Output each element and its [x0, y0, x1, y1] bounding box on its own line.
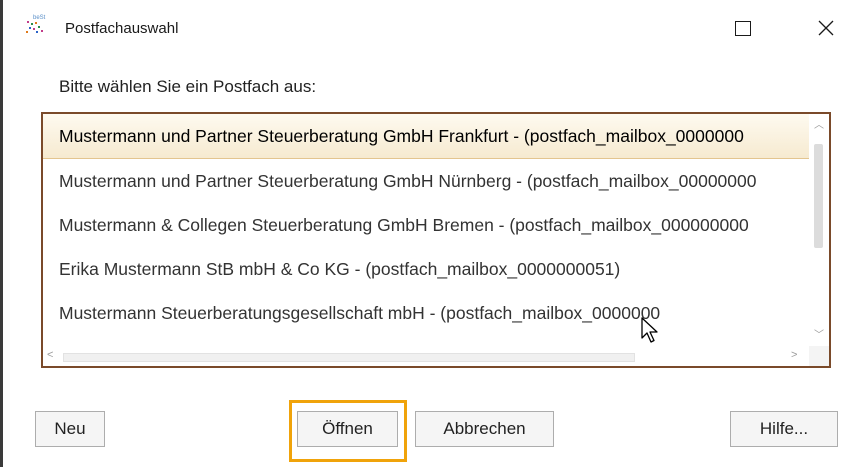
mailbox-item[interactable]: Mustermann und Partner Steuerberatung Gm… — [43, 159, 811, 203]
scroll-right-icon[interactable]: > — [791, 349, 797, 361]
mailbox-list: Mustermann und Partner Steuerberatung Gm… — [43, 114, 811, 335]
app-icon-text: beSt — [33, 15, 46, 21]
mailbox-item-selected[interactable]: Mustermann und Partner Steuerberatung Gm… — [43, 114, 811, 159]
mailbox-item[interactable]: Erika Mustermann StB mbH & Co KG - (post… — [43, 247, 811, 291]
mouse-cursor-icon — [641, 317, 658, 343]
window-title: Postfachauswahl — [65, 20, 179, 37]
open-button[interactable]: Öffnen — [297, 411, 398, 447]
new-button[interactable]: Neu — [35, 411, 105, 447]
horizontal-scroll-thumb[interactable] — [63, 353, 635, 362]
horizontal-scrollbar[interactable]: < > — [43, 346, 811, 366]
mailbox-listbox[interactable]: Mustermann und Partner Steuerberatung Gm… — [41, 112, 831, 368]
beSt-app-icon: beSt — [26, 15, 46, 33]
cancel-button[interactable]: Abbrechen — [415, 411, 554, 447]
mailbox-item[interactable]: Mustermann Steuerberatungsgesellschaft m… — [43, 291, 811, 335]
scroll-up-icon[interactable]: ︿ — [814, 116, 824, 131]
mailbox-prompt: Bitte wählen Sie ein Postfach aus: — [59, 77, 317, 96]
scroll-down-icon[interactable]: ﹀ — [814, 326, 824, 341]
vertical-scrollbar[interactable]: ︿ ﹀ — [809, 114, 829, 346]
close-icon — [818, 20, 834, 36]
scroll-left-icon[interactable]: < — [47, 349, 53, 361]
scrollbar-corner — [809, 346, 829, 366]
maximize-button[interactable] — [718, 8, 768, 48]
maximize-icon — [735, 20, 751, 36]
window-left-edge — [0, 0, 3, 467]
vertical-scroll-thumb[interactable] — [814, 144, 823, 248]
mailbox-item[interactable]: Mustermann & Collegen Steuerberatung Gmb… — [43, 203, 811, 247]
help-button[interactable]: Hilfe... — [730, 411, 838, 447]
title-bar: beSt Postfachauswahl — [3, 0, 852, 60]
close-button[interactable] — [803, 8, 849, 48]
